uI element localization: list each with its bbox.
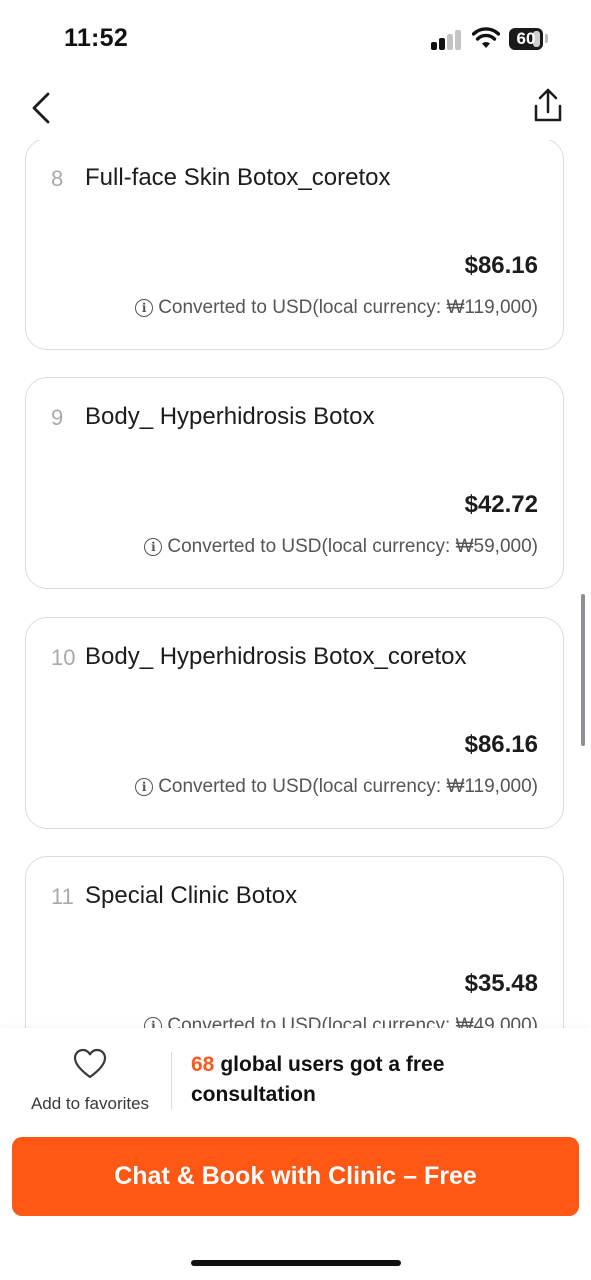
currency-note-text: Converted to USD(local currency: ₩59,000… xyxy=(167,536,538,557)
navigation-bar xyxy=(0,76,591,140)
consultation-info: 68 global users got a free consultation xyxy=(191,1050,491,1110)
currency-note-text: Converted to USD(local currency: ₩119,00… xyxy=(158,776,538,797)
share-button[interactable] xyxy=(528,86,568,128)
scrollbar[interactable] xyxy=(581,594,585,746)
heart-icon xyxy=(73,1048,107,1079)
cellular-signal-icon xyxy=(431,30,463,50)
status-bar: 11:52 60 xyxy=(0,0,591,76)
treatment-card[interactable]: 10 Body_ Hyperhidrosis Botox_coretox $86… xyxy=(25,617,564,829)
item-price: $42.72 xyxy=(464,491,538,518)
currency-note: i Converted to USD(local currency: ₩59,0… xyxy=(144,536,538,558)
currency-note-text: Converted to USD(local currency: ₩49,000… xyxy=(167,1015,538,1028)
bottom-action-bar: Add to favorites 68 global users got a fr… xyxy=(0,1028,591,1280)
battery-level: 60 xyxy=(516,29,536,48)
treatment-card[interactable]: 8 Full-face Skin Botox_coretox $86.16 i … xyxy=(25,140,564,350)
item-number: 11 xyxy=(51,884,74,909)
treatment-list[interactable]: 8 Full-face Skin Botox_coretox $86.16 i … xyxy=(0,140,591,1028)
item-price: $35.48 xyxy=(464,970,538,997)
item-title: Body_ Hyperhidrosis Botox_coretox xyxy=(85,643,467,670)
status-time: 11:52 xyxy=(64,24,129,52)
item-number: 10 xyxy=(51,645,76,670)
consultation-count: 68 xyxy=(191,1053,215,1076)
wifi-icon xyxy=(472,27,500,48)
currency-note: i Converted to USD(local currency: ₩119,… xyxy=(135,297,538,319)
info-icon: i xyxy=(144,538,163,556)
back-button[interactable] xyxy=(24,88,60,128)
item-price: $86.16 xyxy=(464,252,538,279)
item-number: 8 xyxy=(51,166,64,191)
chat-book-button[interactable]: Chat & Book with Clinic – Free xyxy=(12,1137,579,1216)
battery-icon: 60 xyxy=(509,28,543,50)
home-indicator xyxy=(191,1260,401,1266)
add-to-favorites-label: Add to favorites xyxy=(30,1094,150,1113)
add-to-favorites-button[interactable]: Add to favorites xyxy=(24,1048,156,1114)
info-icon: i xyxy=(144,1017,163,1028)
item-title: Body_ Hyperhidrosis Botox xyxy=(85,403,375,430)
item-price: $86.16 xyxy=(464,731,538,758)
treatment-card[interactable]: 9 Body_ Hyperhidrosis Botox $42.72 i Con… xyxy=(25,377,564,589)
battery-cap xyxy=(545,34,548,43)
currency-note: i Converted to USD(local currency: ₩49,0… xyxy=(144,1015,538,1028)
treatment-card[interactable]: 11 Special Clinic Botox $35.48 i Convert… xyxy=(25,856,564,1028)
item-title: Special Clinic Botox xyxy=(85,882,298,909)
item-title: Full-face Skin Botox_coretox xyxy=(85,164,391,191)
currency-note-text: Converted to USD(local currency: ₩119,00… xyxy=(158,297,538,318)
currency-note: i Converted to USD(local currency: ₩119,… xyxy=(135,776,538,798)
info-icon: i xyxy=(135,299,154,317)
info-icon: i xyxy=(135,778,154,796)
divider xyxy=(171,1052,172,1110)
consultation-text: global users got a free consultation xyxy=(191,1053,445,1106)
item-number: 9 xyxy=(51,405,64,430)
